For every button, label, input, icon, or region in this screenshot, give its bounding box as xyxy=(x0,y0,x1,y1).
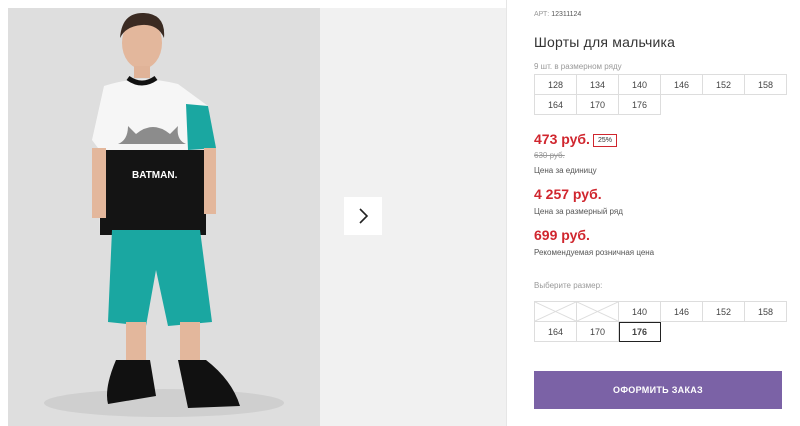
discount-badge: 25% xyxy=(593,134,618,147)
size-selector: 128 134 140 146 152 158 164 170 176 xyxy=(534,301,787,342)
old-price: 630 руб. xyxy=(534,151,565,160)
place-order-button[interactable]: ОФОРМИТЬ ЗАКАЗ xyxy=(534,371,782,409)
size-option[interactable]: 140 xyxy=(619,302,661,322)
size-option[interactable]: 146 xyxy=(661,302,703,322)
size-option[interactable]: 170 xyxy=(577,322,619,342)
pack-size-grid: 128 134 140 146 152 158 164 170 176 xyxy=(534,74,787,115)
gallery-next-button[interactable] xyxy=(344,197,382,235)
pack-size-cell: 170 xyxy=(577,95,619,115)
product-photo: BATMAN. xyxy=(8,8,320,426)
pack-size-cell: 146 xyxy=(661,75,703,95)
size-option-unavailable: 128 xyxy=(535,302,577,322)
sku-label: АРТ: xyxy=(534,11,550,18)
sku-line: АРТ: 12311124 xyxy=(534,11,581,18)
pack-size-cell: 164 xyxy=(535,95,577,115)
pack-note: 9 шт. в размерном ряду xyxy=(534,62,622,71)
pack-size-cell: 128 xyxy=(535,75,577,95)
choose-size-label: Выберите размер: xyxy=(534,281,603,290)
chevron-right-icon xyxy=(359,208,369,224)
size-option-unavailable: 134 xyxy=(577,302,619,322)
row-price-label: Цена за размерный ряд xyxy=(534,207,623,216)
unit-price: 473 руб. xyxy=(534,131,590,147)
sku-value: 12311124 xyxy=(551,11,582,18)
size-option[interactable]: 158 xyxy=(745,302,787,322)
product-photo-illustration: BATMAN. xyxy=(8,8,320,426)
retail-price: 699 руб. xyxy=(534,227,590,243)
retail-price-label: Рекомендуемая розничная цена xyxy=(534,248,655,257)
row-price: 4 257 руб. xyxy=(534,186,602,202)
product-gallery: BATMAN. xyxy=(8,8,506,426)
shirt-print-text: BATMAN. xyxy=(132,170,178,181)
pack-size-cell: 176 xyxy=(619,95,661,115)
unit-price-label: Цена за единицу xyxy=(534,166,597,175)
size-option[interactable]: 164 xyxy=(535,322,577,342)
pack-size-cell: 158 xyxy=(745,75,787,95)
panel-divider xyxy=(506,0,507,426)
size-option-selected[interactable]: 176 xyxy=(619,322,661,342)
pack-size-cell: 152 xyxy=(703,75,745,95)
size-option[interactable]: 152 xyxy=(703,302,745,322)
pack-size-cell: 134 xyxy=(577,75,619,95)
product-title: Шорты для мальчика xyxy=(534,34,676,50)
unavailable-cross-icon xyxy=(535,302,576,321)
unavailable-cross-icon xyxy=(577,302,618,321)
pack-size-cell: 140 xyxy=(619,75,661,95)
